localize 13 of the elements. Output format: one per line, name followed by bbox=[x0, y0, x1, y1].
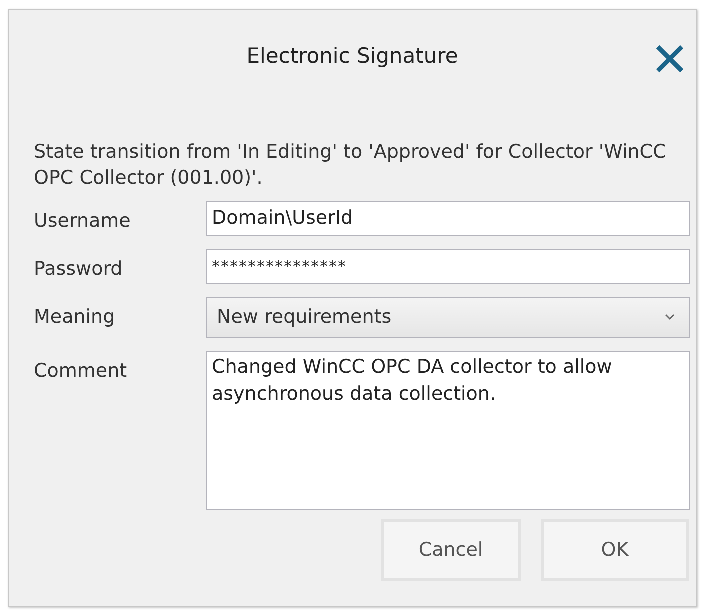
meaning-dropdown[interactable]: New requirements bbox=[206, 297, 690, 338]
field-label: Comment bbox=[33, 359, 128, 384]
comment-field[interactable]: Changed WinCC OPC DA collector to allow asynchronous data collection. bbox=[206, 351, 690, 510]
field-label: Password bbox=[33, 257, 124, 282]
password-field[interactable]: *************** bbox=[206, 249, 690, 284]
ok-button[interactable]: OK bbox=[541, 519, 689, 581]
field-label: Username bbox=[33, 209, 132, 234]
transition-message: State transition from 'In Editing' to 'Approved' for Collector 'WinCC OPC Collector (001.00)'. bbox=[34, 140, 668, 191]
window-title: Electronic Signature bbox=[246, 43, 458, 70]
cancel-button[interactable]: Cancel bbox=[381, 519, 521, 581]
field-label: Meaning bbox=[33, 305, 116, 330]
chevron-down-icon bbox=[665, 314, 675, 321]
username-field[interactable]: Domain\UserId bbox=[206, 201, 690, 236]
